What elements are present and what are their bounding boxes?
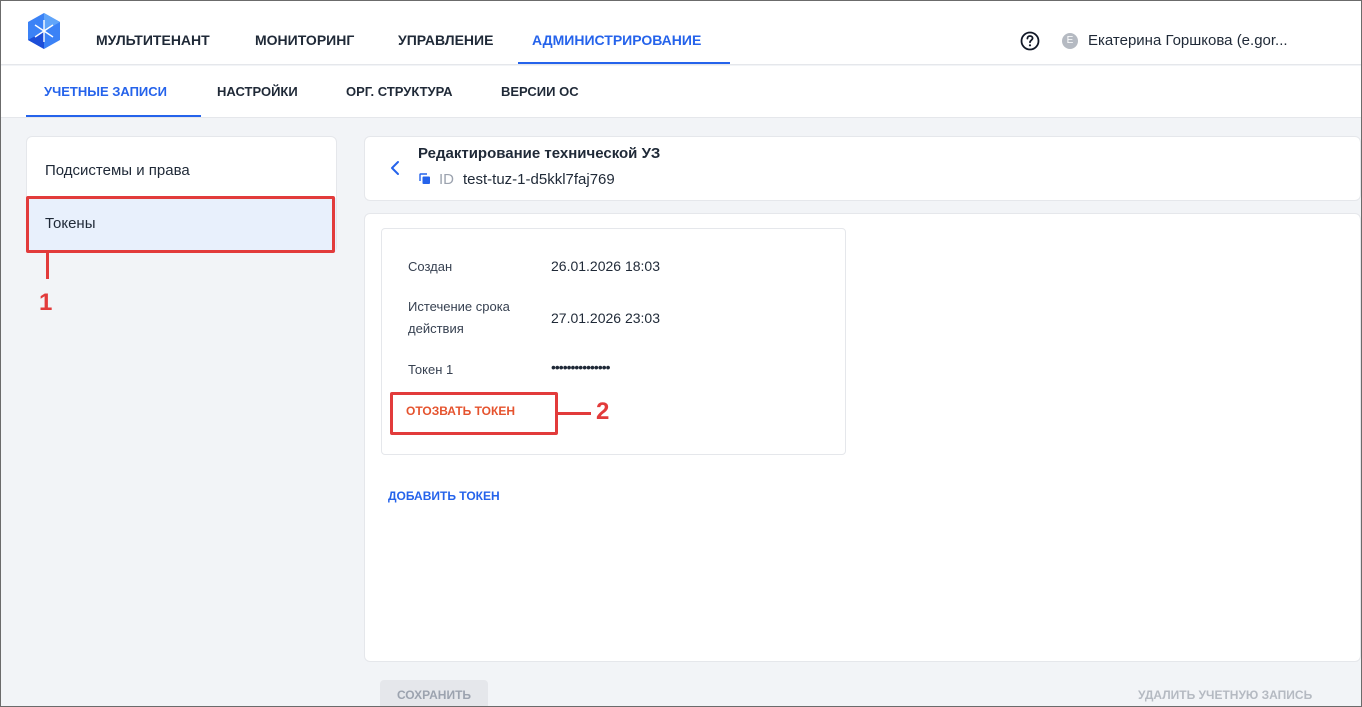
chevron-left-icon[interactable]	[390, 159, 402, 177]
topnav-label: МОНИТОРИНГ	[255, 32, 355, 48]
annotation-line-2	[558, 412, 591, 415]
section-tabs: УЧЕТНЫЕ ЗАПИСИ НАСТРОЙКИ ОРГ. СТРУКТУРА …	[1, 66, 1361, 118]
annotation-box-2	[390, 392, 558, 435]
sidebar-item-label: Подсистемы и права	[45, 162, 190, 179]
annotation-box-1	[26, 196, 335, 253]
add-token-button[interactable]: ДОБАВИТЬ ТОКЕН	[388, 489, 500, 503]
delete-account-button[interactable]: УДАЛИТЬ УЧЕТНУЮ ЗАПИСЬ	[1138, 688, 1312, 702]
expires-label-line2: действия	[408, 321, 464, 336]
avatar[interactable]: E	[1062, 33, 1078, 49]
token-label: Токен 1	[408, 362, 454, 377]
annotation-line-1	[46, 253, 49, 279]
top-navigation-bar: МУЛЬТИТЕНАНТ МОНИТОРИНГ УПРАВЛЕНИЕ АДМИН…	[1, 1, 1361, 65]
app-window: МУЛЬТИТЕНАНТ МОНИТОРИНГ УПРАВЛЕНИЕ АДМИН…	[0, 0, 1362, 707]
expires-label-line1: Истечение срока	[408, 299, 510, 314]
save-button[interactable]: СОХРАНИТЬ	[380, 680, 488, 706]
tab-accounts[interactable]: УЧЕТНЫЕ ЗАПИСИ	[44, 84, 167, 99]
expires-value: 27.01.2026 23:03	[551, 310, 660, 326]
user-name[interactable]: Екатерина Горшкова (e.gor...	[1088, 32, 1288, 49]
copy-icon[interactable]	[419, 173, 431, 185]
sidebar-item-subsystems[interactable]: Подсистемы и права	[27, 146, 336, 199]
created-label: Создан	[408, 259, 453, 274]
id-label: ID	[439, 171, 454, 188]
tab-os-versions[interactable]: ВЕРСИИ ОС	[501, 84, 579, 99]
tab-settings[interactable]: НАСТРОЙКИ	[217, 84, 298, 99]
topnav-label: УПРАВЛЕНИЕ	[398, 32, 494, 48]
created-value: 26.01.2026 18:03	[551, 258, 660, 274]
active-tab-indicator	[26, 115, 201, 117]
page-title: Редактирование технической УЗ	[418, 145, 661, 162]
token-masked-value: •••••••••••••••	[551, 359, 611, 375]
topnav-label: МУЛЬТИТЕНАНТ	[96, 32, 210, 48]
question-circle-icon[interactable]	[1020, 31, 1040, 51]
topnav-administration[interactable]: АДМИНИСТРИРОВАНИЕ	[518, 1, 730, 65]
app-logo-icon[interactable]	[26, 12, 62, 50]
annotation-marker-2: 2	[596, 398, 610, 425]
annotation-marker-1: 1	[39, 289, 53, 316]
topnav-label: АДМИНИСТРИРОВАНИЕ	[532, 32, 702, 48]
tab-org-structure[interactable]: ОРГ. СТРУКТУРА	[346, 84, 453, 99]
id-value: test-tuz-1-d5kkl7faj769	[463, 171, 615, 188]
